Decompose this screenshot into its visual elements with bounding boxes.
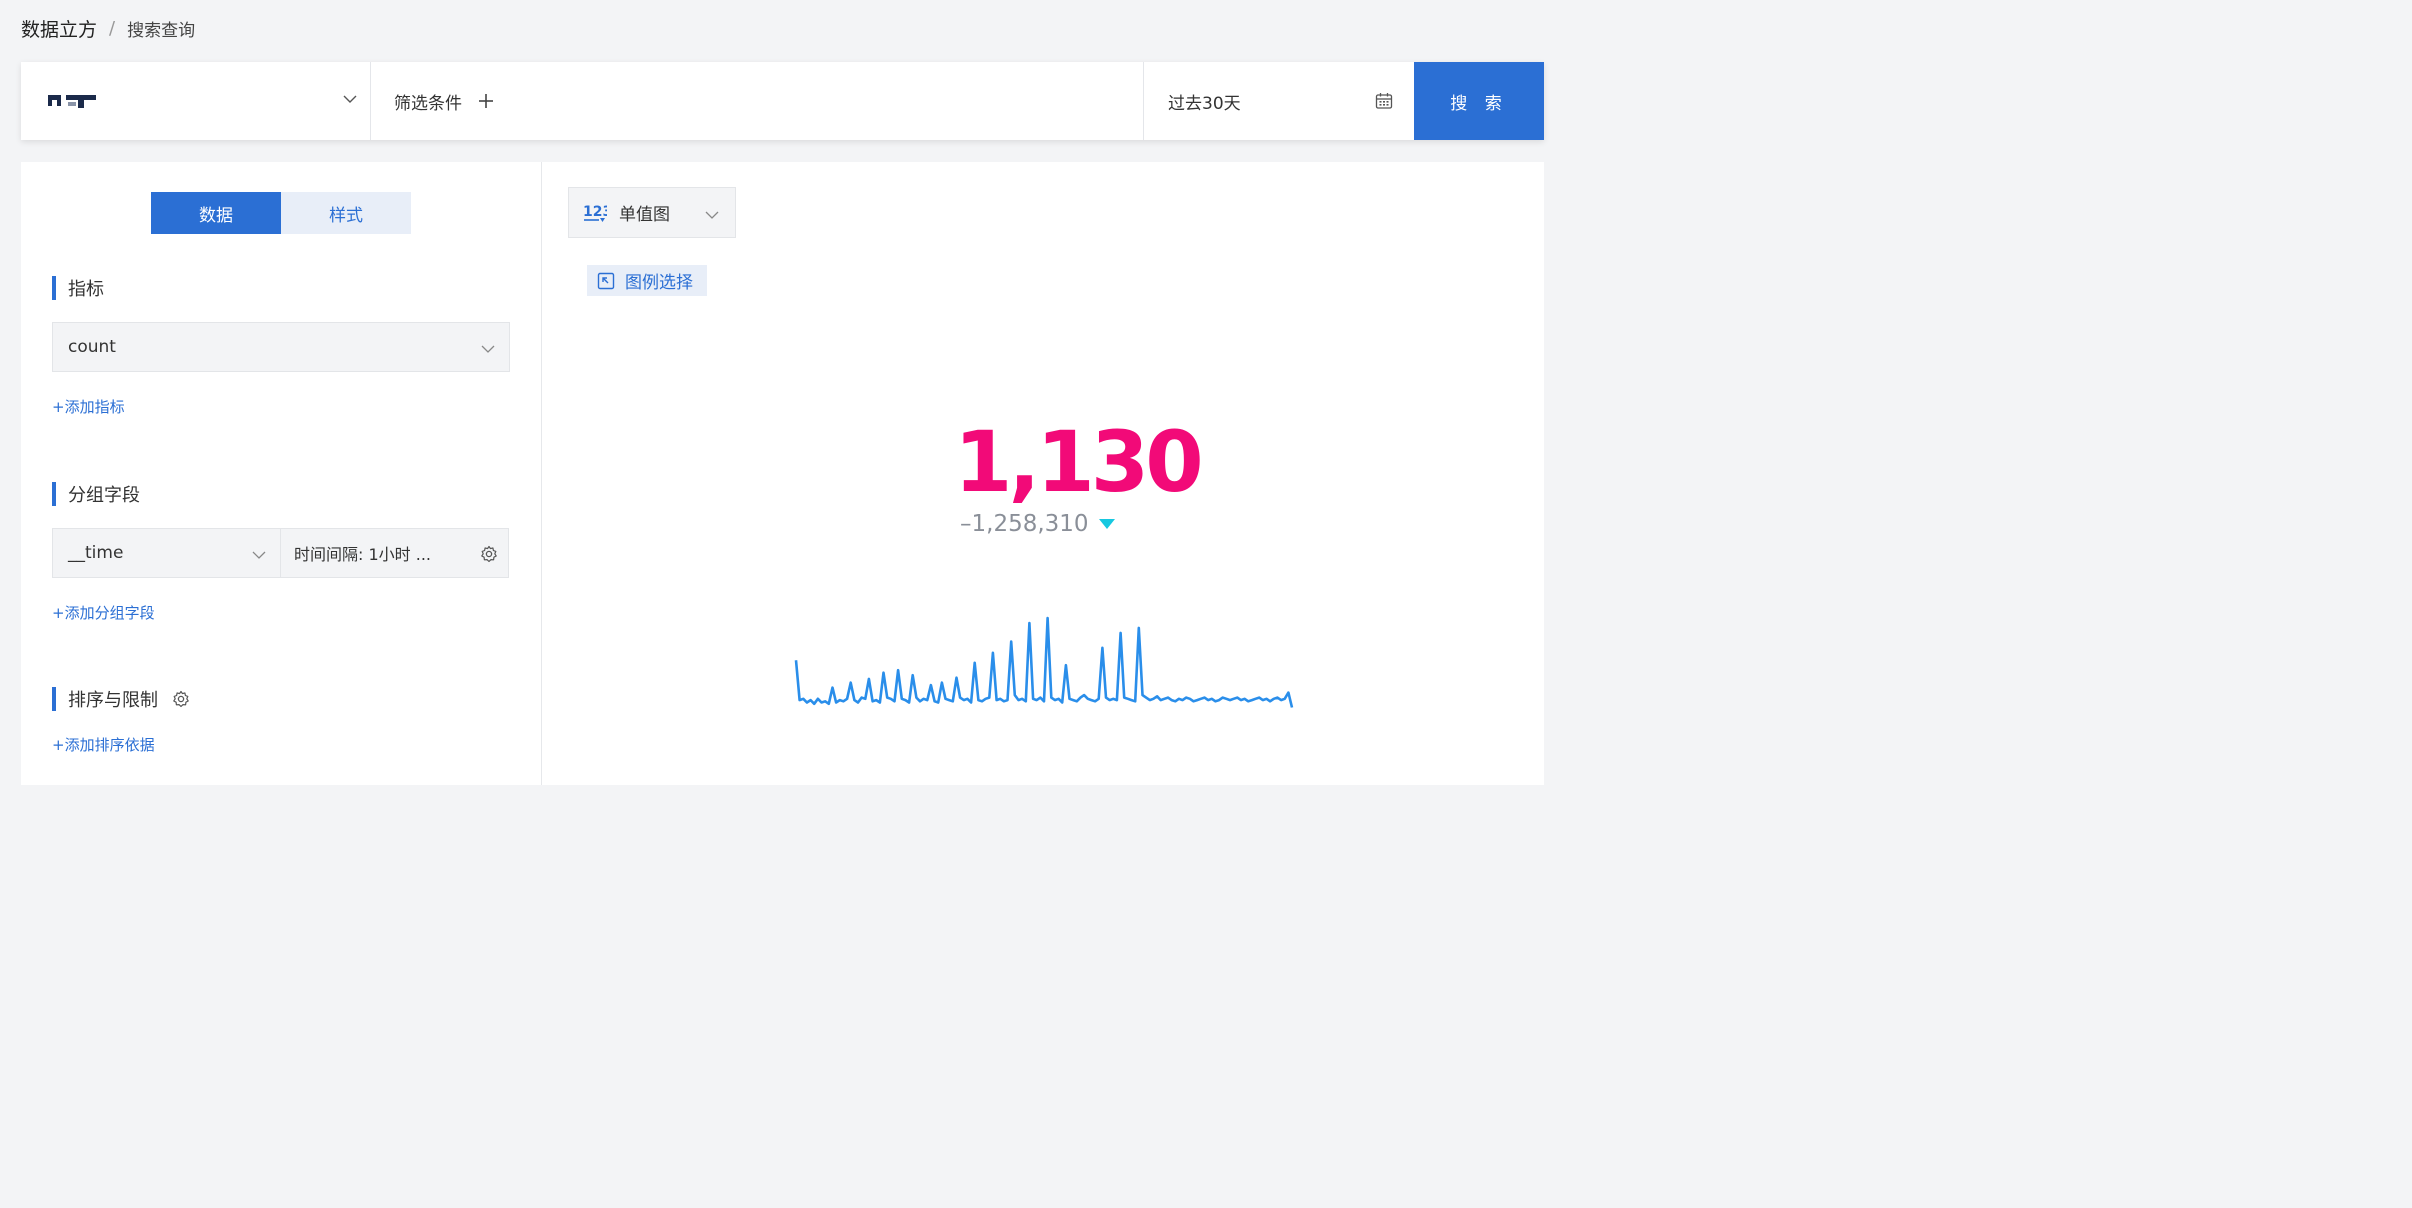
add-metric-link[interactable]: +添加指标 [52,396,125,417]
plus-icon[interactable] [478,93,494,109]
chart-type-select[interactable]: 123 单值图 [568,187,736,238]
breadcrumb-root[interactable]: 数据立方 [21,15,97,42]
time-range-picker[interactable]: 过去30天 [1143,62,1415,140]
query-bar: 筛选条件 过去30天 搜 索 [21,62,1544,140]
delta-row: –1,258,310 [960,511,1115,537]
down-arrow-icon [1098,519,1115,529]
legend-select-label: 图例选择 [625,273,693,293]
section-marker [52,687,56,711]
gear-icon[interactable] [172,690,190,708]
metrics-section-title: 指标 [52,276,104,300]
time-interval-value: 时间间隔: 1小时 ... [294,545,432,564]
filter-area[interactable]: 筛选条件 [370,62,1143,140]
chevron-down-icon [481,345,495,353]
section-marker [52,276,56,300]
sparkline-chart [794,616,1294,708]
groupby-field-value: __time [68,543,124,563]
sort-section-title: 排序与限制 [52,687,190,711]
delta-value: –1,258,310 [960,511,1089,537]
chart-type-label: 单值图 [619,205,670,225]
number-123-icon: 123 [583,204,607,222]
add-sort-link[interactable]: +添加排序依据 [52,734,155,755]
search-button[interactable]: 搜 索 [1414,62,1544,140]
groupby-field-select[interactable]: __time [52,528,281,578]
time-range-label: 过去30天 [1168,93,1241,114]
gear-icon[interactable] [480,545,498,563]
breadcrumb-separator: / [109,17,116,39]
single-value: 1,130 [954,413,1204,511]
chevron-down-icon [705,211,719,219]
legend-select-icon [597,272,615,289]
metric-select-value: count [68,337,116,357]
tab-data[interactable]: 数据 [151,192,281,234]
metric-select[interactable]: count [52,322,510,372]
section-marker [52,482,56,506]
breadcrumb: 数据立方 / 搜索查询 [21,14,195,42]
sparkline-series [794,616,1294,708]
filter-label[interactable]: 筛选条件 [394,89,462,114]
breadcrumb-current: 搜索查询 [127,20,196,41]
config-tabs: 数据 样式 [151,192,411,234]
groupby-title: 分组字段 [68,485,140,506]
datasource-select[interactable] [21,62,371,140]
legend-select-button[interactable]: 图例选择 [587,265,707,296]
visualization-panel: 123 单值图 图例选择 1,130 –1,258,310 [542,162,1544,785]
chevron-down-icon [252,551,266,559]
metrics-title: 指标 [68,279,104,300]
time-interval-field[interactable]: 时间间隔: 1小时 ... [280,528,509,578]
config-panel: 数据 样式 指标 count +添加指标 分组字段 __time 时间间隔: 1… [21,162,541,785]
datasource-logo-icon [48,95,96,108]
sort-title: 排序与限制 [68,690,158,711]
tab-style[interactable]: 样式 [281,192,411,234]
calendar-icon [1375,93,1393,109]
svg-text:123: 123 [583,204,607,220]
chevron-down-icon [343,95,357,103]
add-groupby-link[interactable]: +添加分组字段 [52,602,155,623]
groupby-section-title: 分组字段 [52,482,140,506]
